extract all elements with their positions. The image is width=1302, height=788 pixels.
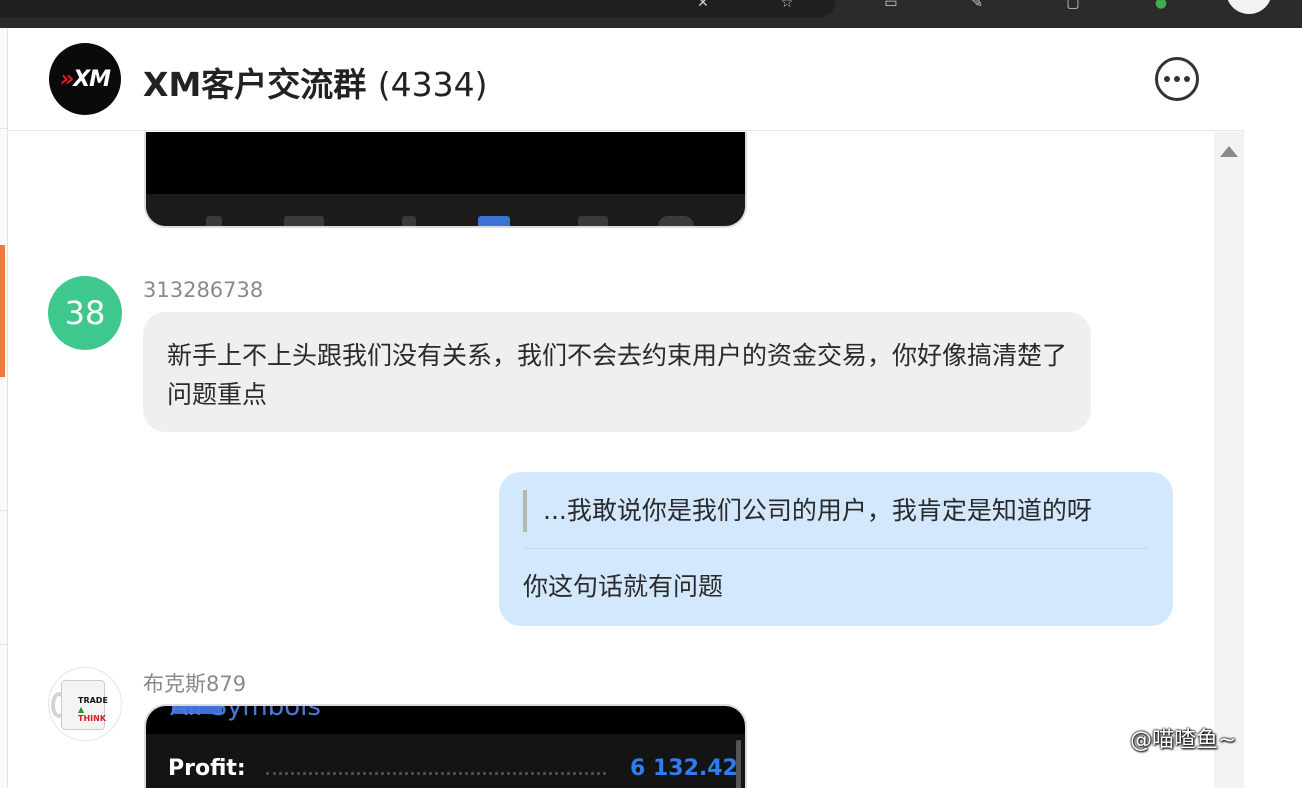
sender-name: 布克斯879 bbox=[143, 672, 247, 696]
security-icon[interactable]: ● bbox=[1150, 0, 1172, 10]
image-scrollbar bbox=[736, 740, 741, 788]
browser-top-bar: ✕ ☆ ▭ ✎ ▢ ● bbox=[0, 0, 1302, 28]
left-edge-list bbox=[0, 28, 8, 788]
group-name: XM客户交流群 bbox=[143, 65, 367, 104]
group-avatar[interactable]: »XM bbox=[49, 43, 121, 115]
incoming-message[interactable]: 新手上不上头跟我们没有关系，我们不会去约束用户的资金交易，你好像搞清楚了问题重点 bbox=[143, 312, 1091, 432]
bookmark-icon[interactable]: ☆ bbox=[776, 0, 798, 10]
chat-panel: »XM XM客户交流群 (4334) 38 313286738 新手上不上头跟我… bbox=[8, 28, 1244, 788]
profile-avatar[interactable] bbox=[1226, 0, 1272, 14]
quote-divider bbox=[523, 548, 1149, 549]
avatar-mug-icon[interactable]: TRADE ▲ THINK bbox=[48, 667, 122, 741]
scroll-up-icon[interactable] bbox=[1220, 146, 1238, 157]
reply-text: 你这句话就有问题 bbox=[523, 572, 724, 601]
watermark: @喵喳鱼~ bbox=[1130, 728, 1237, 753]
close-tab-icon[interactable]: ✕ bbox=[692, 0, 714, 10]
quoted-text[interactable]: ...我敢说你是我们公司的用户，我肯定是知道的呀 bbox=[523, 490, 1092, 532]
dotted-leader bbox=[266, 772, 606, 775]
member-count: (4334) bbox=[377, 65, 488, 104]
extension-icon[interactable]: ▢ bbox=[1062, 0, 1084, 10]
outgoing-message[interactable]: ...我敢说你是我们公司的用户，我肯定是知道的呀 你这句话就有问题 bbox=[499, 472, 1173, 626]
message-list[interactable]: 38 313286738 新手上不上头跟我们没有关系，我们不会去约束用户的资金交… bbox=[8, 132, 1214, 788]
scrollbar[interactable] bbox=[1214, 132, 1244, 788]
image-message-cropped[interactable] bbox=[144, 132, 747, 228]
sender-name: 313286738 bbox=[143, 278, 264, 302]
more-icon[interactable] bbox=[1155, 57, 1199, 101]
split-view-icon[interactable]: ▭ bbox=[880, 0, 902, 10]
pen-icon[interactable]: ✎ bbox=[966, 0, 988, 10]
sender-avatar[interactable]: 38 bbox=[48, 276, 122, 350]
image-message-screenshot[interactable]: All Symbols Profit: 6 132.42 bbox=[144, 704, 747, 788]
chat-header: »XM XM客户交流群 (4334) bbox=[8, 28, 1244, 131]
group-title: XM客户交流群 (4334) bbox=[143, 58, 488, 106]
profit-label: Profit: bbox=[168, 756, 246, 781]
active-chat-indicator bbox=[0, 245, 5, 377]
symbols-header: All Symbols bbox=[170, 704, 321, 722]
profit-value: 6 132.42 bbox=[630, 756, 738, 781]
